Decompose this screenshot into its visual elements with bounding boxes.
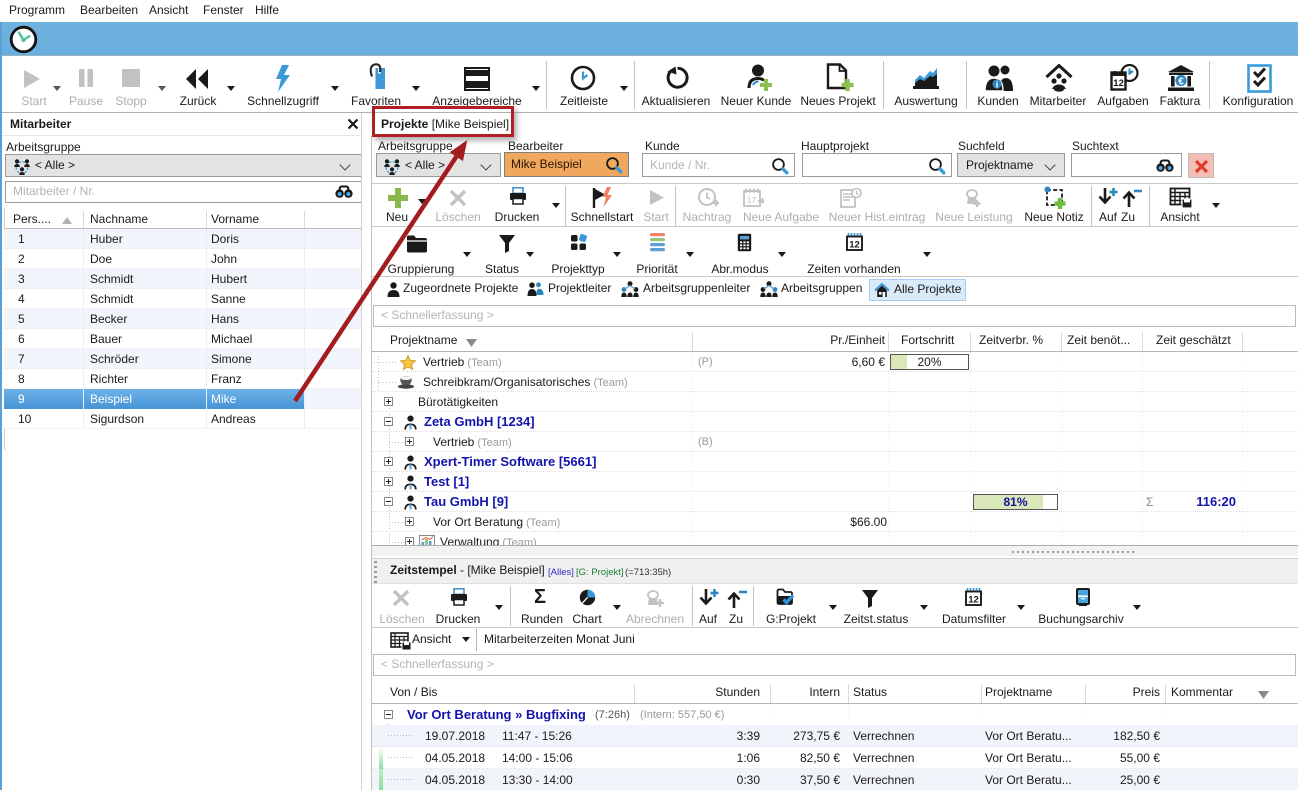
svg-text:12: 12 xyxy=(968,594,979,605)
svg-text:€: € xyxy=(1178,76,1184,87)
svg-text:17: 17 xyxy=(747,195,757,205)
svg-text:12: 12 xyxy=(849,239,860,250)
svg-text:12: 12 xyxy=(1113,78,1124,89)
